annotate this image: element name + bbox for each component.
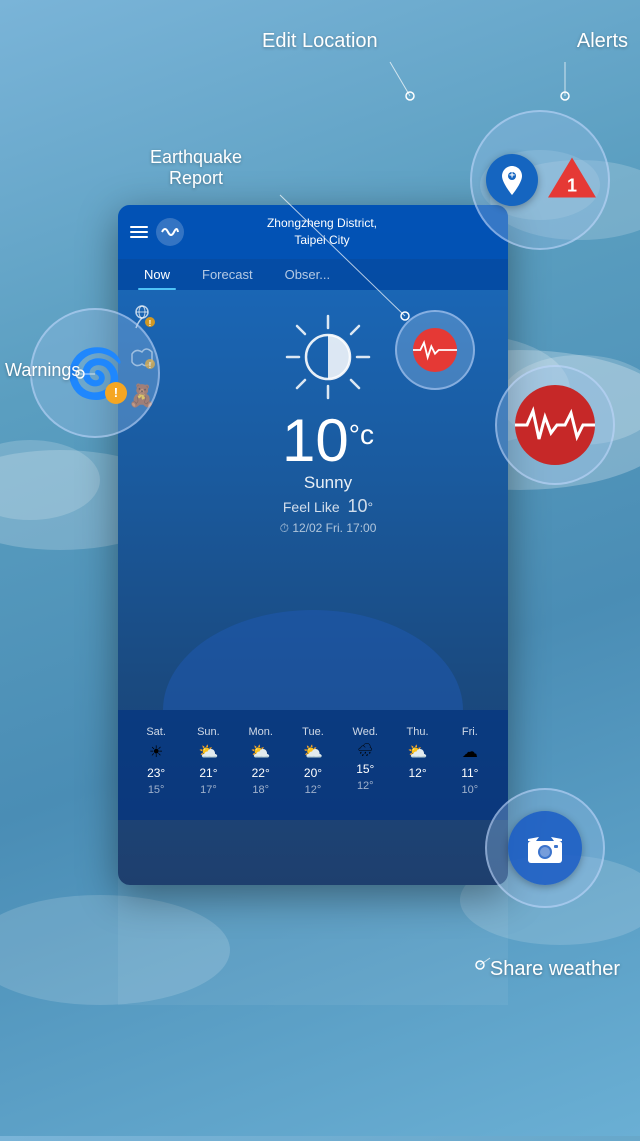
forecast-area: Sat. ☀ 23° 15° Sun. ⛅ 21° 17° Mon. ⛅ 22°… <box>118 710 508 820</box>
forecast-col-mon: Mon. ⛅ 22° 18° <box>239 726 283 796</box>
camera-button[interactable] <box>508 811 582 885</box>
warning-badge: ! <box>105 382 127 404</box>
forecast-row: Sat. ☀ 23° 15° Sun. ⛅ 21° 17° Mon. ⛅ 22°… <box>130 726 496 796</box>
forecast-col-fri: Fri. ☁ 11° 10° <box>448 726 492 796</box>
tab-forecast[interactable]: Forecast <box>186 259 269 290</box>
temperature-display: 10 °c <box>282 411 374 471</box>
condition-text: Sunny <box>304 473 352 493</box>
edit-location-label: Edit Location <box>262 30 378 53</box>
alert-triangle-button[interactable]: 1 <box>546 152 598 209</box>
alert-triangle-icon: 1 <box>546 152 598 204</box>
menu-button[interactable] <box>130 226 148 238</box>
earthquake-small-circle[interactable] <box>395 310 475 390</box>
alerts-circle[interactable]: + 1 <box>470 110 610 250</box>
datetime-text: ⏱ 12/02 Fri. 17:00 <box>280 521 377 536</box>
earthquake-pulse-big <box>515 385 595 465</box>
alerts-label: Alerts <box>577 30 628 53</box>
warnings-circle[interactable]: 🌀 ! <box>30 308 160 438</box>
forecast-col-tue: Tue. ⛅ 20° 12° <box>291 726 335 796</box>
share-weather-label: Share weather <box>490 958 620 981</box>
forecast-col-sun: Sun. ⛅ 21° 17° <box>186 726 230 796</box>
location-pin-button[interactable]: + <box>486 154 538 206</box>
earthquake-report-label: EarthquakeReport <box>150 126 242 189</box>
location-pin-icon: + <box>499 165 525 195</box>
forecast-col-thu: Thu. ⛅ 12° <box>396 726 440 796</box>
earthquake-big-circle[interactable] <box>495 365 615 485</box>
earthquake-pulse-small <box>413 328 457 372</box>
feel-like-text: Feel Like 10° <box>283 496 373 517</box>
tab-now[interactable]: Now <box>128 259 186 290</box>
phone-frame: Zhongzheng District, Taipei City Now For… <box>118 205 508 885</box>
forecast-col-sat: Sat. ☀ 23° 15° <box>134 726 178 796</box>
header-bar: Zhongzheng District, Taipei City <box>118 205 508 259</box>
sun-icon <box>283 312 373 402</box>
camera-icon <box>526 832 564 864</box>
share-weather-circle[interactable] <box>485 788 605 908</box>
svg-text:+: + <box>509 171 515 182</box>
svg-text:1: 1 <box>567 176 577 196</box>
location-display: Zhongzheng District, Taipei City <box>267 215 377 249</box>
tab-bar: Now Forecast Obser... <box>118 259 508 290</box>
forecast-col-wed: Wed. 🌧 15° 12° <box>343 726 387 796</box>
app-logo <box>156 218 184 246</box>
tab-observation[interactable]: Obser... <box>269 259 347 290</box>
svg-text:!: ! <box>149 319 152 328</box>
